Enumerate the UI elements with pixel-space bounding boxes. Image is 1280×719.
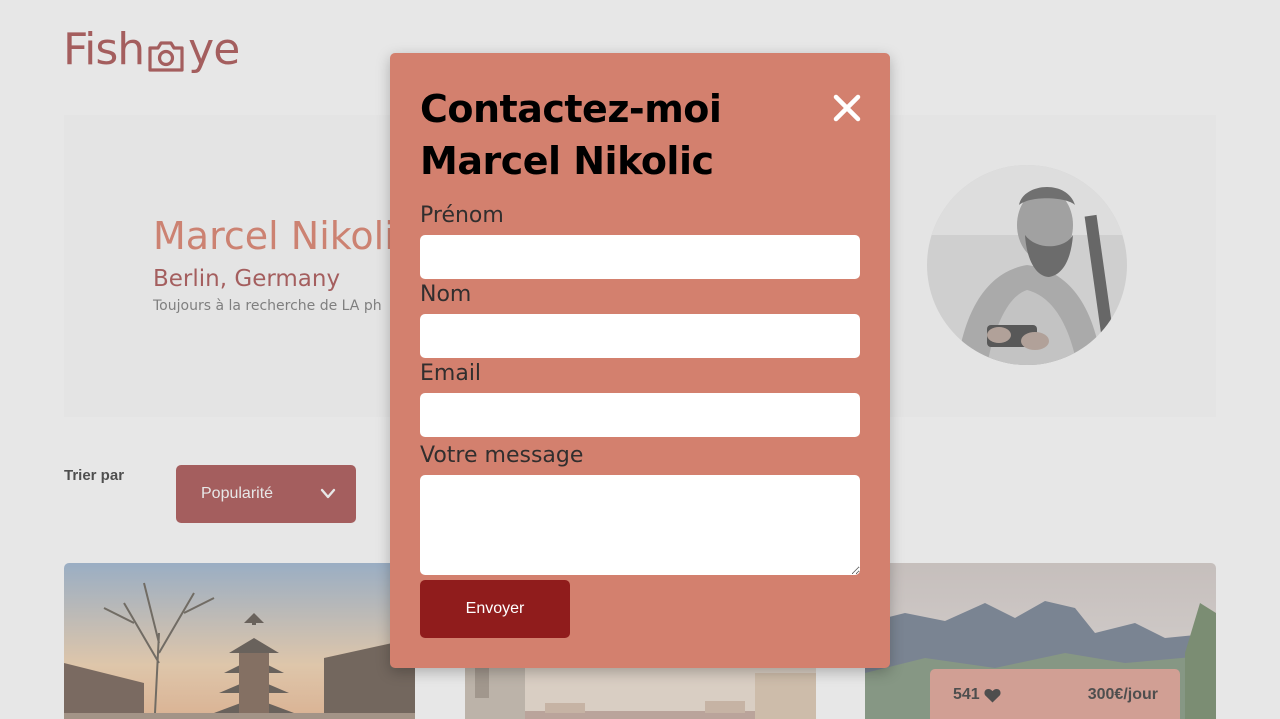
modal-title-line1: Contactez-moi	[420, 87, 722, 131]
last-name-input[interactable]	[420, 314, 860, 358]
photographer-page: Fish ye Marcel Nikolic Berlin, Germany T…	[0, 0, 1280, 719]
last-name-label: Nom	[420, 282, 472, 307]
contact-modal: Contactez-moi Marcel Nikolic Prénom Nom …	[390, 53, 890, 668]
first-name-input[interactable]	[420, 235, 860, 279]
message-label: Votre message	[420, 443, 584, 468]
send-button[interactable]: Envoyer	[420, 580, 570, 638]
modal-title: Contactez-moi Marcel Nikolic	[420, 83, 800, 187]
first-name-label: Prénom	[420, 203, 504, 228]
email-label: Email	[420, 361, 482, 386]
message-textarea[interactable]	[420, 475, 860, 575]
close-icon[interactable]	[832, 93, 862, 123]
email-input[interactable]	[420, 393, 860, 437]
modal-title-name: Marcel Nikolic	[420, 139, 714, 183]
